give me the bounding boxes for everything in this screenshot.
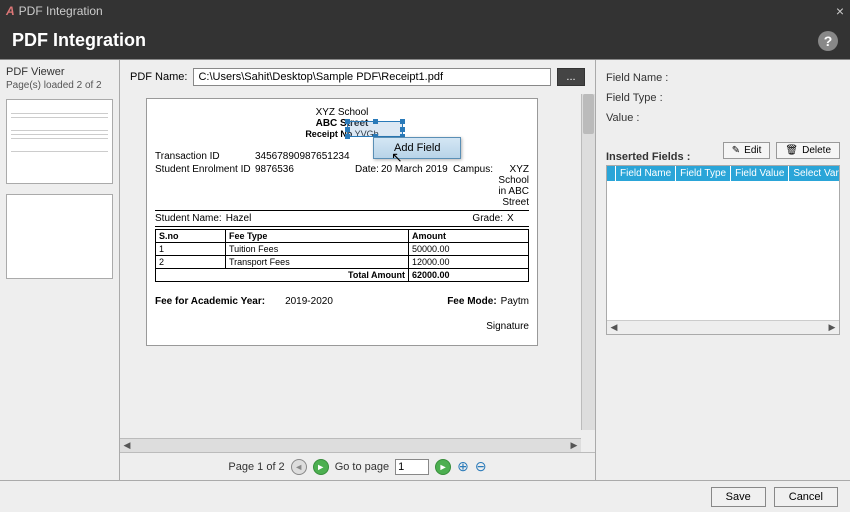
campus-value: XYZ School in ABC Street [493, 164, 529, 208]
grid-scroll-right-icon[interactable]: ▶ [825, 321, 839, 335]
grid-corner [607, 166, 616, 181]
fee-mode-label: Fee Mode: [447, 296, 496, 307]
col-field-name[interactable]: Field Name [616, 166, 676, 181]
inserted-fields-grid[interactable]: Field Name Field Type Field Value Select… [606, 165, 840, 335]
sidebar-title: PDF Viewer [6, 66, 113, 78]
transaction-id-value: 34567890987651234 [255, 151, 350, 162]
thumbnail-page-2[interactable] [6, 194, 113, 279]
col-sno: S.no [156, 230, 226, 243]
col-feetype: Fee Type [226, 230, 409, 243]
close-icon[interactable]: × [836, 3, 844, 19]
window-title: PDF Integration [19, 4, 103, 18]
fee-table: S.no Fee Type Amount 1Tuition Fees50000.… [155, 229, 529, 282]
goto-page-input[interactable] [395, 459, 429, 475]
page-indicator: Page 1 of 2 [228, 461, 284, 473]
delete-button[interactable]: 🗑Delete [776, 142, 840, 159]
zoom-in-icon[interactable]: ⊕ [457, 458, 469, 475]
table-row: 1Tuition Fees50000.00 [156, 243, 529, 256]
street: ABC Street [155, 118, 529, 129]
center-panel: PDF Name: ... XYZ School ABC Street Rece… [120, 60, 596, 480]
footer: Save Cancel [0, 480, 850, 512]
thumbnail-page-1[interactable] [6, 99, 113, 184]
edit-button[interactable]: ✎Edit [723, 142, 771, 159]
col-field-value[interactable]: Field Value [731, 166, 789, 181]
academic-year-label: Fee for Academic Year: [155, 296, 265, 307]
cancel-button[interactable]: Cancel [774, 487, 838, 507]
grid-scroll-left-icon[interactable]: ◀ [607, 321, 621, 335]
school-name: XYZ School [155, 107, 529, 118]
viewer-scrollbar-horizontal[interactable]: ◀ ▶ [120, 438, 581, 452]
enrolment-id-label: Student Enrolment ID [155, 164, 255, 208]
sidebar: PDF Viewer Page(s) loaded 2 of 2 [0, 60, 120, 480]
enrolment-id-value: 9876536 [255, 164, 355, 208]
pdf-page[interactable]: XYZ School ABC Street Receipt No YVGb [146, 98, 538, 346]
prev-page-button[interactable]: ◄ [291, 459, 307, 475]
pager: Page 1 of 2 ◄ ► Go to page ► ⊕ ⊖ [120, 452, 595, 480]
main-area: PDF Viewer Page(s) loaded 2 of 2 PDF Nam… [0, 59, 850, 480]
pages-loaded-label: Page(s) loaded 2 of 2 [6, 80, 113, 91]
viewer-scrollbar-vertical[interactable] [581, 94, 595, 430]
pdf-name-row: PDF Name: ... [120, 60, 595, 94]
next-page-button[interactable]: ► [313, 459, 329, 475]
scroll-right-icon[interactable]: ▶ [567, 439, 581, 453]
save-button[interactable]: Save [711, 487, 766, 507]
field-name-label: Field Name : [606, 72, 840, 84]
pdf-name-input[interactable] [193, 68, 551, 86]
inserted-fields-label: Inserted Fields : [606, 151, 690, 163]
right-panel: Field Name : Field Type : Value : Insert… [596, 60, 850, 480]
pdf-name-label: PDF Name: [130, 71, 187, 83]
field-type-label: Field Type : [606, 92, 840, 104]
transaction-id-label: Transaction ID [155, 151, 255, 162]
date-value: 20 March 2019 [381, 164, 453, 208]
signature-label: Signature [486, 321, 529, 332]
goto-page-label: Go to page [335, 461, 389, 473]
grade-value: X [507, 213, 529, 224]
grade-label: Grade: [472, 213, 503, 224]
field-selection-box[interactable] [347, 121, 403, 137]
goto-page-button[interactable]: ► [435, 459, 451, 475]
pdf-viewer[interactable]: XYZ School ABC Street Receipt No YVGb [120, 94, 595, 452]
table-row: 2Transport Fees12000.00 [156, 256, 529, 269]
page-title: PDF Integration [12, 30, 146, 51]
pencil-icon: ✎ [732, 145, 740, 156]
titlebar: A PDF Integration × [0, 0, 850, 22]
context-menu-add-field[interactable]: Add Field [373, 137, 461, 159]
browse-button[interactable]: ... [557, 68, 585, 86]
zoom-out-icon[interactable]: ⊖ [475, 458, 487, 475]
receipt-no-line: Receipt No YVGb [155, 129, 529, 139]
student-name-label: Student Name: [155, 213, 222, 224]
help-icon[interactable]: ? [818, 31, 838, 51]
student-name-value: Hazel [226, 213, 252, 224]
scroll-left-icon[interactable]: ◀ [120, 439, 134, 453]
app-logo: A [6, 4, 15, 18]
field-value-label: Value : [606, 112, 840, 124]
total-row: Total Amount62000.00 [156, 269, 529, 282]
col-amount: Amount [409, 230, 529, 243]
fee-mode-value: Paytm [501, 296, 529, 307]
date-label: Date: [355, 164, 381, 208]
cursor-icon: ↖ [391, 149, 403, 166]
header: PDF Integration ? [0, 22, 850, 59]
col-field-type[interactable]: Field Type [676, 166, 731, 181]
campus-label: Campus: [453, 164, 493, 208]
grid-scrollbar-horizontal[interactable]: ◀ ▶ [607, 320, 839, 334]
trash-icon: 🗑 [785, 145, 798, 156]
col-select-variable[interactable]: Select Varia [789, 166, 840, 181]
academic-year-value: 2019-2020 [285, 296, 333, 307]
